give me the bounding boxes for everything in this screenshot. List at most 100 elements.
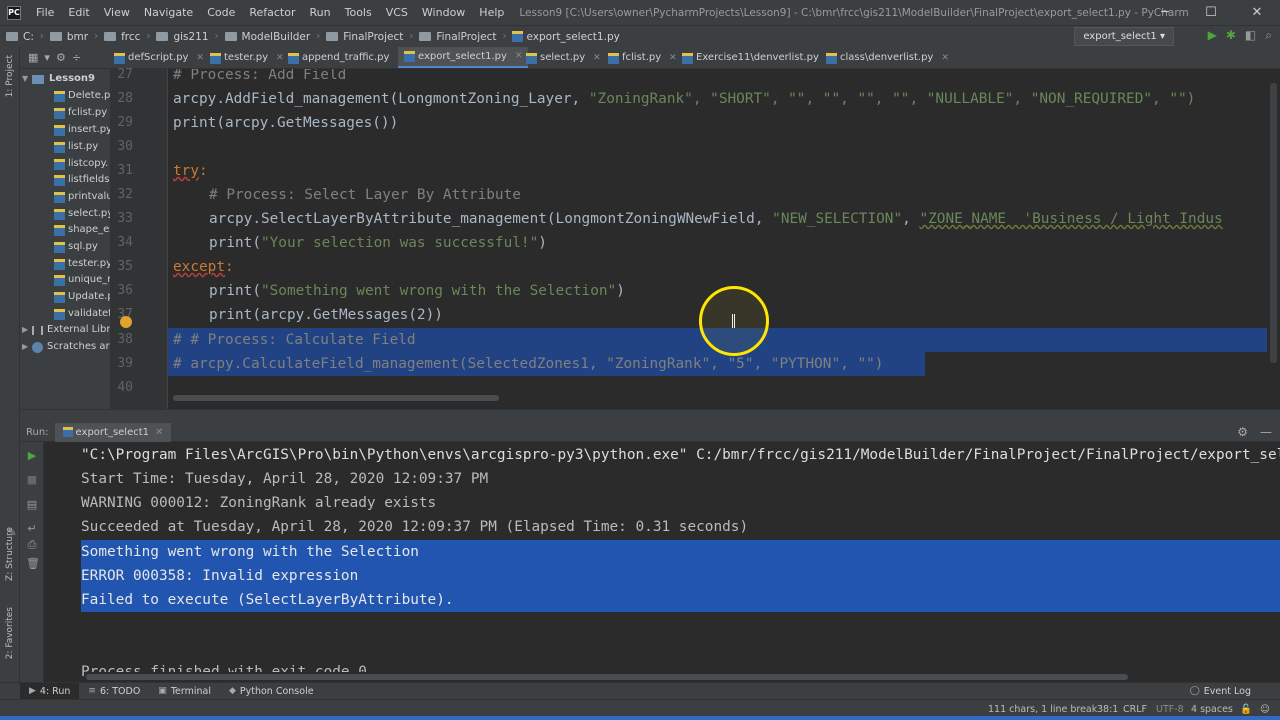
close-tab-icon[interactable]: ✕ [593, 47, 601, 68]
gear-icon[interactable]: ⚙ [1237, 425, 1248, 439]
breadcrumb-modelbuilder[interactable]: ModelBuilder › [219, 31, 320, 43]
indent-info[interactable]: 4 spaces [1191, 704, 1233, 715]
stop-icon[interactable]: ■ [26, 474, 38, 486]
project-view-icon[interactable]: ▦ [28, 51, 38, 64]
tab-python-console[interactable]: ◆ Python Console [220, 683, 323, 700]
line-separator[interactable]: CRLF [1123, 704, 1147, 715]
console-horizontal-scrollbar[interactable] [86, 672, 1280, 682]
breadcrumb-gis211[interactable]: gis211 › [150, 31, 219, 43]
tree-item[interactable]: listfields. [54, 172, 110, 188]
tree-item-external-libraries[interactable]: ▶ External Libr [22, 322, 110, 338]
menu-file[interactable]: File [29, 6, 61, 19]
run-configuration-select[interactable]: export_select1 ▾ [1074, 27, 1174, 46]
restore-layout-icon[interactable]: ▤ [26, 499, 38, 511]
close-tab-icon[interactable]: ✕ [276, 47, 284, 68]
tree-item-lesson9[interactable]: ▼ Lesson9 [22, 71, 95, 87]
search-icon[interactable]: ⌕ [1265, 28, 1272, 43]
chevron-right-icon[interactable]: ▶ [22, 322, 32, 338]
python-file-icon [54, 141, 65, 153]
soft-wrap-icon[interactable]: ↵ [26, 523, 38, 535]
maximize-icon[interactable]: ☐ [1188, 0, 1234, 25]
run-tab-export-select1[interactable]: export_select1 ✕ [54, 422, 172, 442]
tab-terminal[interactable]: ▣ Terminal [149, 683, 220, 700]
coverage-icon[interactable]: ◧ [1245, 28, 1256, 43]
editor-horizontal-scrollbar[interactable] [168, 392, 1280, 404]
menu-navigate[interactable]: Navigate [137, 6, 200, 19]
editor-vertical-scrollbar[interactable] [1267, 69, 1280, 409]
print-icon[interactable]: ⎙ [26, 539, 38, 551]
chevron-down-icon[interactable]: ▾ [44, 51, 50, 64]
tab-class-denverlist[interactable]: class\denverlist.py ✕ [826, 47, 949, 68]
close-icon[interactable]: ✕ [1234, 0, 1280, 25]
gear-icon[interactable]: ⚙ [56, 51, 66, 64]
breadcrumb-bmr[interactable]: bmr › [44, 31, 98, 43]
menu-run[interactable]: Run [303, 6, 338, 19]
tab-select[interactable]: select.py ✕ [526, 47, 601, 68]
close-tab-icon[interactable]: ✕ [515, 47, 523, 66]
scrollbar-thumb[interactable] [173, 395, 499, 401]
file-encoding[interactable]: UTF-8 [1156, 704, 1184, 715]
caret-position[interactable]: 38:1 [1097, 704, 1118, 715]
run-console[interactable]: "C:\Program Files\ArcGIS\Pro\bin\Python\… [44, 442, 1280, 682]
tab-append-traffic[interactable]: append_traffic.py✕ [288, 47, 405, 68]
tree-item-scratches[interactable]: ▶ Scratches ar [22, 339, 110, 355]
tree-item[interactable]: shape_ex [54, 222, 110, 238]
tab-exercise11-denverlist[interactable]: Exercise11\denverlist.py✕ [682, 47, 834, 68]
tree-item[interactable]: list.py [54, 139, 98, 155]
tree-item[interactable]: unique_r [54, 272, 110, 288]
breadcrumb-drive[interactable]: C: › [0, 31, 44, 43]
menu-window[interactable]: Window [415, 6, 472, 19]
breadcrumb-file[interactable]: export_select1.py [506, 31, 620, 43]
tab-todo[interactable]: ≡ 6: TODO [79, 683, 149, 700]
debug-icon[interactable]: ✱ [1226, 28, 1236, 43]
run-icon[interactable]: ▶ [1208, 28, 1217, 43]
chevron-down-icon[interactable]: ▼ [22, 71, 32, 87]
tree-item[interactable]: listcopy. [54, 156, 108, 172]
tree-item[interactable]: fclist.py [54, 105, 107, 121]
close-tab-icon[interactable]: ✕ [196, 47, 204, 68]
tree-item[interactable]: select.py [54, 206, 110, 222]
notifications-icon[interactable]: ☺ [1260, 704, 1270, 715]
menu-help[interactable]: Help [472, 6, 511, 19]
breadcrumb-finalproject-sub[interactable]: FinalProject › [413, 31, 506, 43]
project-tool-tab[interactable]: 1: Project [5, 55, 15, 97]
lightbulb-icon[interactable] [120, 316, 132, 328]
scrollbar-thumb[interactable] [1270, 83, 1277, 363]
trash-icon[interactable]: 🗑 [26, 558, 40, 570]
tree-item[interactable]: Delete.py [54, 88, 110, 104]
favorites-tool-tab[interactable]: 2: Favorites [5, 607, 15, 659]
rerun-icon[interactable]: ▶ [26, 450, 38, 462]
breadcrumb-finalproject[interactable]: FinalProject › [320, 31, 413, 43]
collapse-icon[interactable]: ÷ [72, 51, 81, 64]
tab-fclist[interactable]: fclist.py ✕ [608, 47, 677, 68]
tree-item[interactable]: printvalu [54, 189, 110, 205]
hide-panel-icon[interactable]: — [1260, 425, 1272, 439]
tab-event-log[interactable]: ◯ Event Log [1181, 683, 1260, 700]
menu-view[interactable]: View [97, 6, 137, 19]
tab-tester[interactable]: tester.py ✕ [210, 47, 284, 68]
close-tab-icon[interactable]: ✕ [941, 47, 949, 68]
tree-item[interactable]: insert.py [54, 122, 110, 138]
tree-item[interactable]: sql.py [54, 239, 98, 255]
breadcrumb-frcc[interactable]: frcc › [98, 31, 150, 43]
tab-run[interactable]: ▶ 4: Run [20, 682, 80, 700]
line-number-gutter[interactable]: 27 28 29 30 31 32 33 34 35 36 37 38 39 4… [110, 67, 168, 409]
menu-edit[interactable]: Edit [61, 6, 96, 19]
lock-icon[interactable]: 🔓 [1240, 704, 1252, 715]
code-editor[interactable]: # Process: Add Field arcpy.AddField_mana… [168, 69, 1280, 409]
tab-export-select1[interactable]: export_select1.py ✕ [398, 47, 529, 68]
menu-refactor[interactable]: Refactor [242, 6, 302, 19]
panel-splitter[interactable] [20, 409, 1280, 423]
scrollbar-thumb[interactable] [86, 674, 1128, 680]
tree-item[interactable]: validatef [54, 306, 110, 322]
minimize-icon[interactable]: ─ [1142, 0, 1188, 25]
pin-icon[interactable]: ✎ [6, 527, 18, 539]
tree-item[interactable]: tester.py [54, 256, 110, 272]
close-tab-icon[interactable]: ✕ [669, 47, 677, 68]
menu-code[interactable]: Code [200, 6, 242, 19]
tree-item[interactable]: Update.p [54, 289, 110, 305]
chevron-right-icon[interactable]: ▶ [22, 339, 32, 355]
close-tab-icon[interactable]: ✕ [155, 423, 163, 442]
menu-tools[interactable]: Tools [338, 6, 379, 19]
menu-vcs[interactable]: VCS [379, 6, 415, 19]
